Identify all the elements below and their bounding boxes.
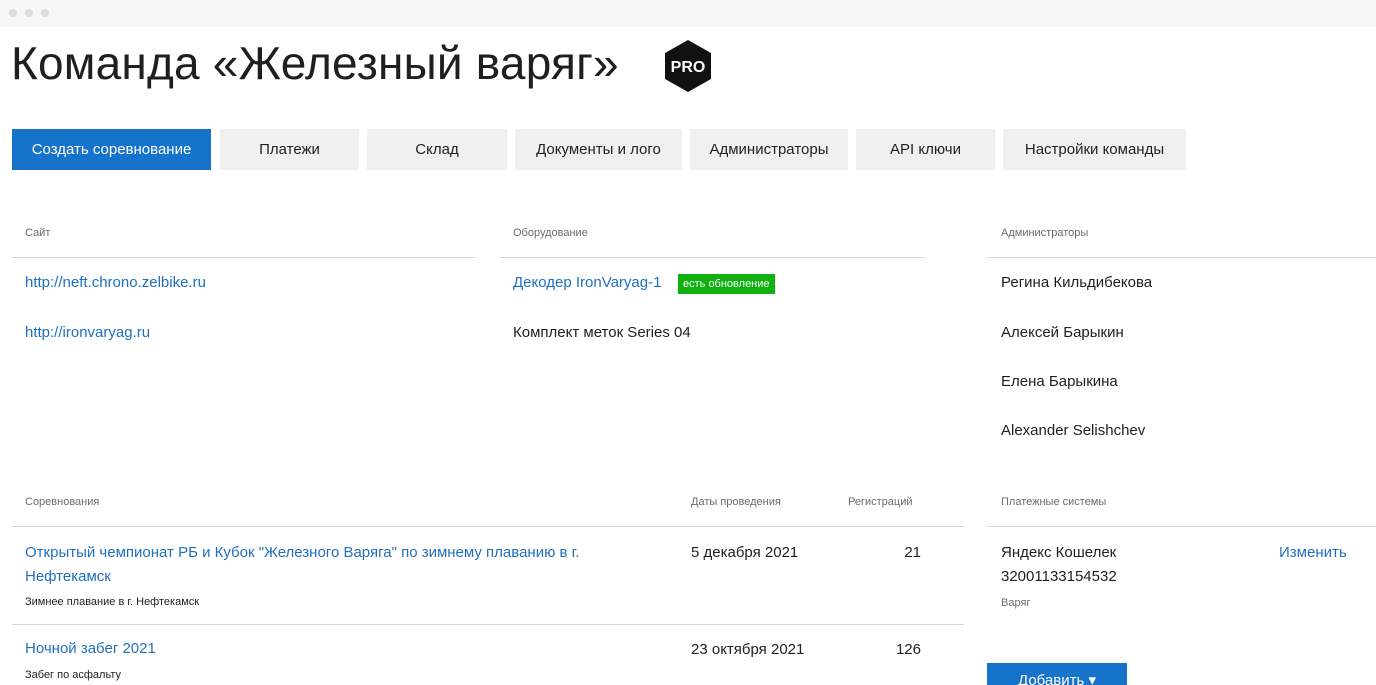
equipment-item: Комплект меток Series 04: [513, 324, 691, 341]
tab-warehouse[interactable]: Склад: [367, 129, 507, 170]
edit-payment-link[interactable]: Изменить: [1279, 544, 1347, 561]
page-title: Команда «Железный варяг»: [11, 37, 619, 89]
add-payment-button[interactable]: Добавить ▾: [987, 663, 1127, 685]
admin-name: Регина Кильдибекова: [1001, 274, 1153, 291]
row-divider: [12, 624, 964, 625]
window-maximize-dot[interactable]: [41, 9, 49, 17]
competition-date: 23 октября 2021: [691, 641, 805, 658]
payments-section-label: Платежные системы: [1001, 496, 1107, 508]
competition-subtitle: Зимнее плавание в г. Нефтекамск: [25, 596, 200, 608]
tab-admins[interactable]: Администраторы: [690, 129, 848, 170]
admin-name: Елена Барыкина: [1001, 373, 1118, 390]
window-close-dot[interactable]: [9, 9, 17, 17]
payment-note: Варяг: [1001, 597, 1031, 609]
equipment-decoder-link[interactable]: Декодер IronVaryag-1: [513, 274, 661, 291]
pro-badge-icon: PRO: [665, 40, 711, 92]
tab-api-keys[interactable]: API ключи: [856, 129, 995, 170]
admin-name: Alexander Selishchev: [1001, 422, 1146, 439]
competitions-header-label: Соревнования: [25, 496, 100, 508]
tab-team-settings[interactable]: Настройки команды: [1003, 129, 1186, 170]
site-divider: [12, 257, 475, 258]
window-minimize-dot[interactable]: [25, 9, 33, 17]
payment-account-number: 32001133154532: [1001, 568, 1117, 585]
competitions-divider: [12, 526, 964, 527]
equipment-divider: [500, 257, 925, 258]
registrations-column-header: Регистраций: [848, 496, 913, 508]
competition-title-link[interactable]: Открытый чемпионат РБ и Кубок "Железного…: [25, 541, 665, 589]
admins-divider: [987, 257, 1376, 258]
payments-divider: [987, 526, 1376, 527]
tab-documents[interactable]: Документы и лого: [515, 129, 682, 170]
admins-section-label: Администраторы: [1001, 227, 1089, 239]
competition-date: 5 декабря 2021: [691, 544, 799, 561]
site-section-label: Сайт: [25, 227, 51, 239]
site-link[interactable]: http://neft.chrono.zelbike.ru: [25, 274, 206, 291]
update-available-badge: есть обновление: [678, 274, 775, 294]
tab-payments[interactable]: Платежи: [220, 129, 359, 170]
dates-column-header: Даты проведения: [691, 496, 781, 508]
competition-subtitle: Забег по асфальту: [25, 669, 121, 681]
competition-title-link[interactable]: Ночной забег 2021: [25, 637, 665, 661]
admin-name: Алексей Барыкин: [1001, 324, 1124, 341]
competition-registrations: 21: [904, 544, 921, 561]
create-competition-button[interactable]: Создать соревнование: [12, 129, 211, 170]
payment-system-name: Яндекс Кошелек: [1001, 544, 1117, 561]
pro-badge-label: PRO: [671, 59, 706, 76]
site-link[interactable]: http://ironvaryag.ru: [25, 324, 150, 341]
window-titlebar: [0, 0, 1376, 27]
competition-registrations: 126: [895, 641, 921, 658]
equipment-section-label: Оборудование: [513, 227, 588, 239]
